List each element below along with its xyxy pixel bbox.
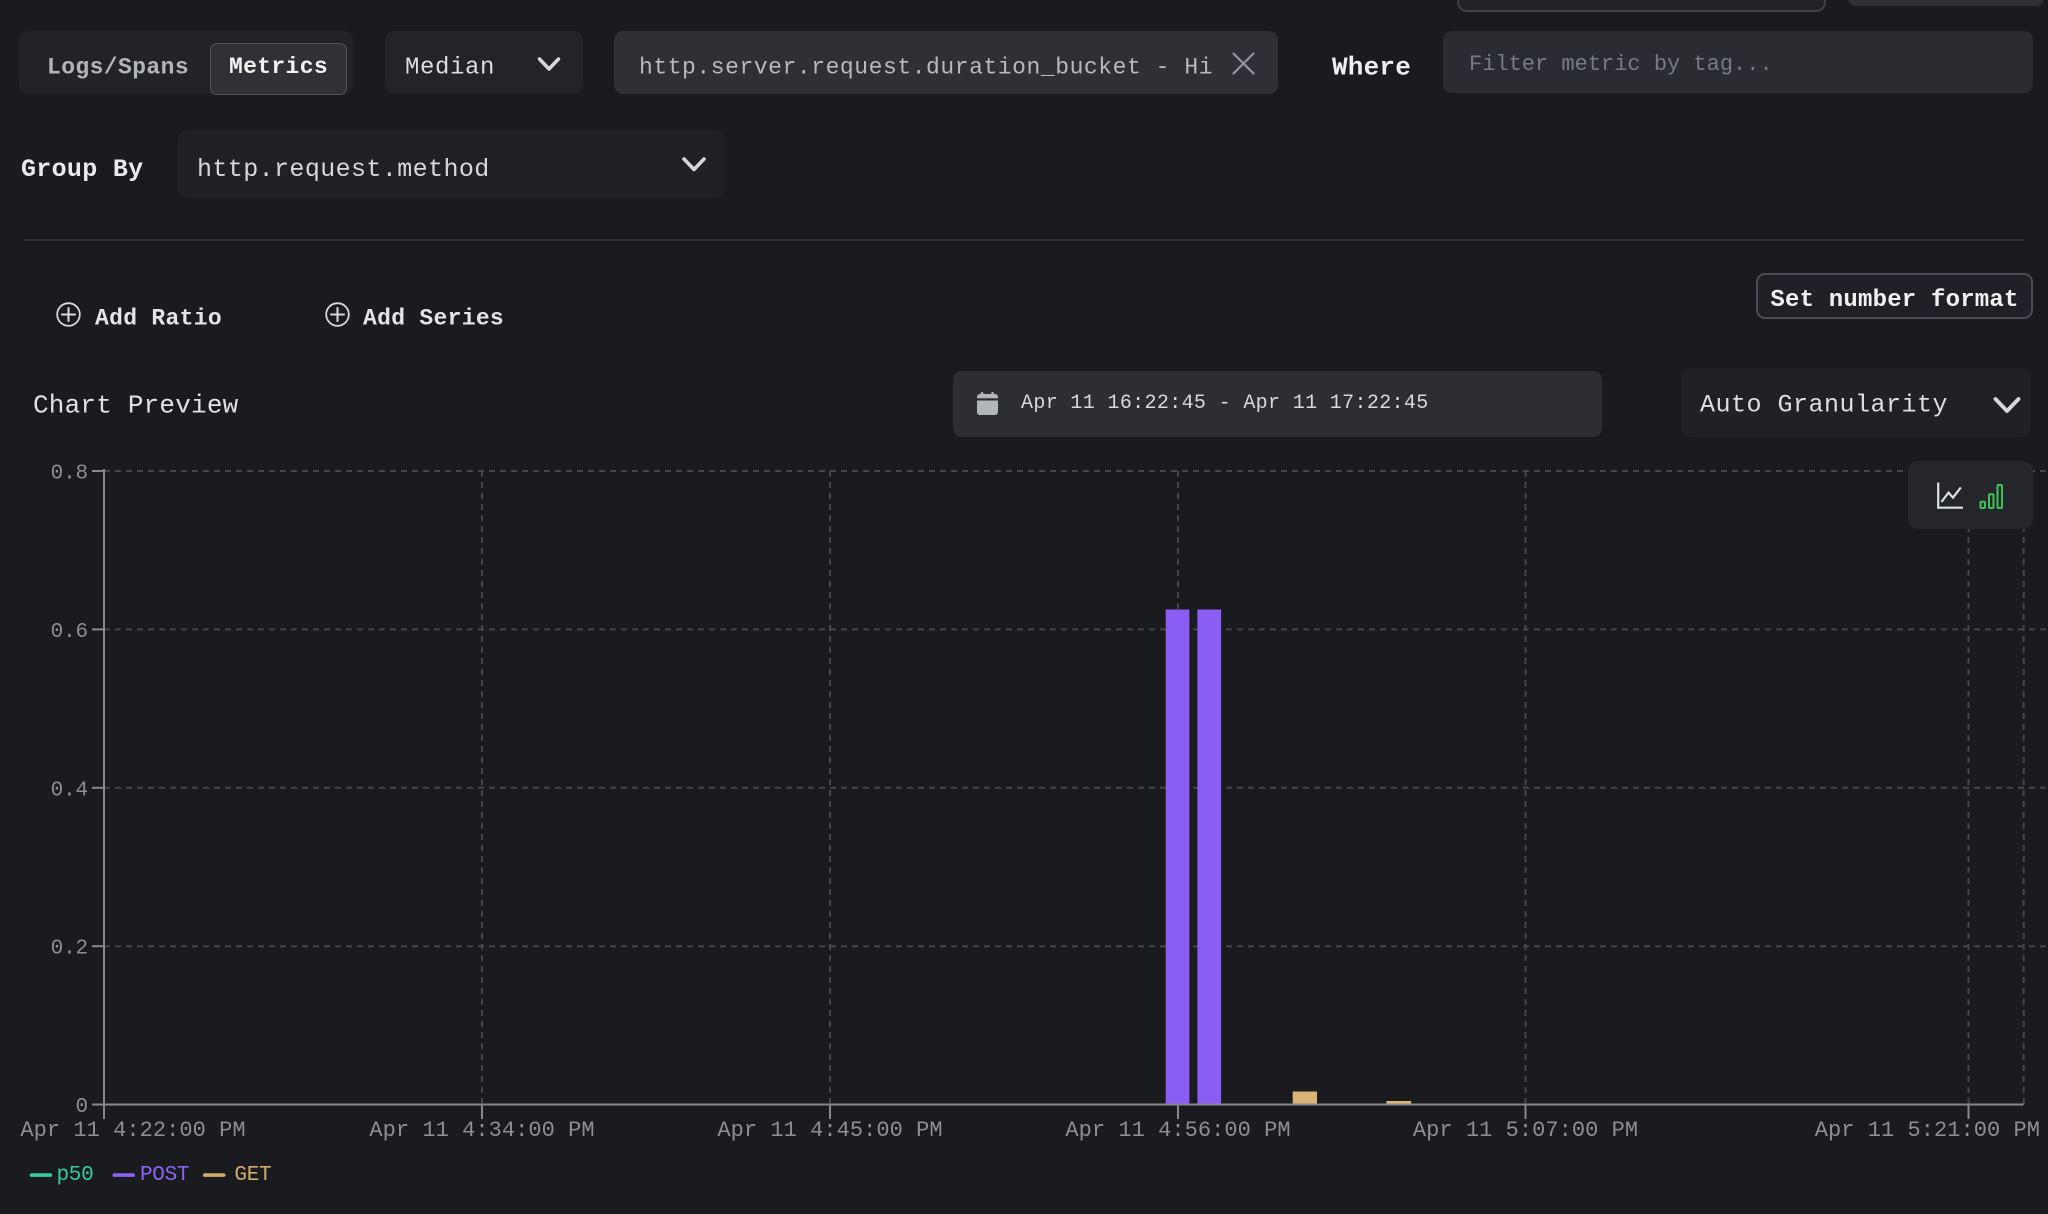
svg-text:POST: POST (140, 1164, 189, 1187)
svg-text:0.2: 0.2 (51, 938, 88, 961)
svg-text:Apr 11 4:22:00 PM: Apr 11 4:22:00 PM (20, 1118, 245, 1143)
svg-text:Apr 11 4:56:00 PM: Apr 11 4:56:00 PM (1065, 1118, 1290, 1143)
svg-text:0: 0 (76, 1096, 88, 1119)
svg-text:Apr 11 5:21:00 PM: Apr 11 5:21:00 PM (1815, 1118, 2040, 1143)
svg-text:Apr 11 4:34:00 PM: Apr 11 4:34:00 PM (369, 1118, 594, 1143)
svg-text:0.6: 0.6 (51, 621, 88, 644)
svg-text:Apr 11 5:07:00 PM: Apr 11 5:07:00 PM (1413, 1118, 1638, 1143)
svg-text:p50: p50 (57, 1164, 94, 1187)
svg-text:0.8: 0.8 (51, 463, 88, 486)
svg-text:Apr 11 4:45:00 PM: Apr 11 4:45:00 PM (717, 1118, 942, 1143)
svg-text:0.4: 0.4 (51, 779, 88, 802)
svg-text:GET: GET (234, 1164, 271, 1187)
